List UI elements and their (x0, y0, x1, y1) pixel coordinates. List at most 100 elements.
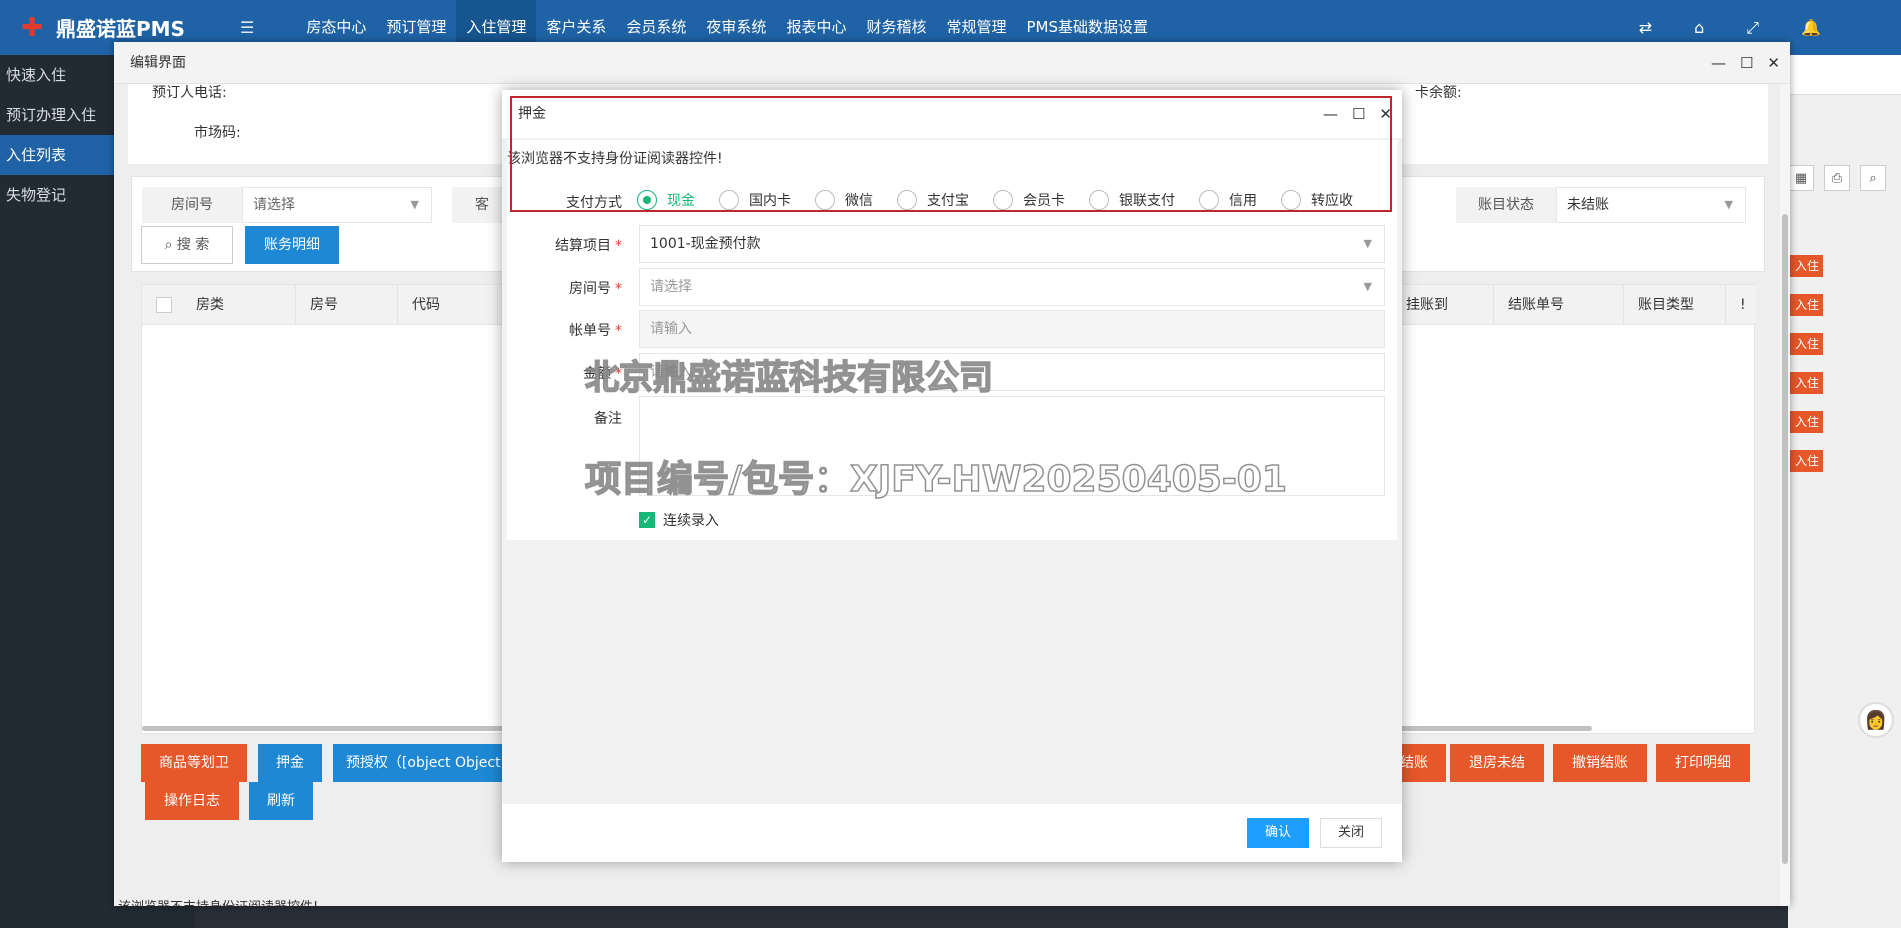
payment-method-group: 现金 国内卡 微信 支付宝 会员卡 银联支付 信用 转应收 (637, 182, 1377, 218)
unsettled-checkout-button[interactable]: 退房未结 (1450, 744, 1544, 782)
required-mark: * (615, 281, 622, 297)
bill-no-placeholder: 请输入 (650, 321, 692, 337)
checkin-button[interactable]: 入住 (1788, 294, 1823, 316)
payment-option-unionpay[interactable]: 银联支付 (1089, 190, 1175, 210)
minimize-icon[interactable]: — (1323, 90, 1338, 138)
home-icon[interactable]: ⌂ (1694, 18, 1704, 37)
column-header-bill-no[interactable]: 结账单号 (1494, 285, 1624, 325)
payment-option-domestic-card[interactable]: 国内卡 (719, 190, 791, 210)
reader-message: 该浏览器不支持身份证阅读器控件! (507, 151, 723, 167)
select-all-checkbox[interactable] (156, 297, 172, 313)
required-mark: * (615, 323, 622, 339)
switch-icon[interactable]: ⇄ (1639, 18, 1652, 37)
print-icon[interactable]: ⎙ (1824, 165, 1850, 191)
chevron-down-icon: ▼ (1363, 237, 1372, 250)
room-select[interactable]: 请选择 ▼ (639, 268, 1385, 306)
reader-status-text: 该浏览器不支持身份证阅读器控件! (118, 896, 318, 906)
edit-window-titlebar: 编辑界面 — ☐ ✕ (114, 42, 1790, 84)
chevron-down-icon: ▼ (1724, 198, 1733, 211)
confirm-button[interactable]: 确认 (1247, 818, 1309, 848)
close-icon[interactable]: ✕ (1767, 42, 1780, 84)
deposit-button[interactable]: 押金 (258, 744, 322, 782)
payment-option-alipay[interactable]: 支付宝 (897, 190, 969, 210)
search-button[interactable]: ⌕ 搜 索 (141, 226, 233, 264)
column-header-charge-to[interactable]: 挂账到 (1392, 285, 1494, 325)
payment-option-cash[interactable]: 现金 (637, 190, 695, 210)
market-code-label: 市场码: (194, 125, 241, 141)
account-details-button[interactable]: 账务明细 (245, 226, 339, 264)
amount-label: 金额 * (583, 366, 622, 382)
payment-option-wechat[interactable]: 微信 (815, 190, 873, 210)
chevron-down-icon: ▼ (1363, 280, 1372, 293)
assistant-avatar[interactable]: 👩 (1858, 702, 1894, 738)
bell-icon[interactable]: 🔔 (1801, 18, 1821, 37)
column-header-room-type[interactable]: 房类 (182, 285, 296, 325)
radio-icon (897, 190, 917, 210)
column-header-room-no[interactable]: 房号 (296, 285, 398, 325)
column-header-more[interactable]: ! (1726, 285, 1756, 325)
checkin-button[interactable]: 入住 (1788, 372, 1823, 394)
amount-input[interactable]: 请输入 (639, 353, 1385, 391)
continuous-entry-label: 连续录入 (663, 513, 719, 529)
payment-option-member-card[interactable]: 会员卡 (993, 190, 1065, 210)
column-header-code[interactable]: 代码 (398, 285, 498, 325)
payment-option-receivable[interactable]: 转应收 (1281, 190, 1353, 210)
checkin-button[interactable]: 入住 (1788, 411, 1823, 433)
deposit-form: 该浏览器不支持身份证阅读器控件! 支付方式 现金 国内卡 微信 支付宝 会员卡 … (507, 140, 1397, 540)
minimize-icon[interactable]: — (1711, 42, 1726, 84)
menu-toggle-icon[interactable]: ☰ (240, 18, 254, 37)
deposit-dialog-title: 押金 (518, 106, 546, 122)
settle-item-label: 结算项目 * (555, 238, 622, 254)
search-icon[interactable]: ⌕ (1860, 165, 1886, 191)
room-select-value: 请选择 (650, 279, 692, 295)
print-details-button[interactable]: 打印明细 (1656, 744, 1750, 782)
required-mark: * (615, 238, 622, 254)
fullscreen-icon[interactable]: ⤢ (1746, 18, 1759, 38)
column-header-account-type[interactable]: 账目类型 (1624, 285, 1726, 325)
radio-icon (1199, 190, 1219, 210)
app-logo: ✚ (21, 12, 43, 43)
deposit-dialog-titlebar: 押金 — ☐ ✕ (502, 90, 1402, 138)
bill-no-label: 帐单号 * (569, 323, 622, 339)
booker-phone-label: 预订人电话: (152, 85, 227, 101)
edit-window-title: 编辑界面 (130, 55, 186, 71)
payment-option-credit[interactable]: 信用 (1199, 190, 1257, 210)
card-balance-label: 卡余额: (1415, 85, 1462, 101)
maximize-icon[interactable]: ☐ (1352, 90, 1365, 138)
bill-no-input[interactable]: 请输入 (639, 310, 1385, 348)
remark-textarea[interactable] (639, 396, 1385, 496)
payment-method-label: 支付方式 (566, 195, 622, 211)
filter-icon[interactable]: ▦ (1788, 165, 1814, 191)
search-button-label: 搜 索 (176, 237, 210, 253)
deposit-dialog: 押金 — ☐ ✕ 该浏览器不支持身份证阅读器控件! 支付方式 现金 国内卡 微信… (502, 90, 1402, 862)
close-icon[interactable]: ✕ (1379, 90, 1392, 138)
room-filter-label: 房间号 (142, 187, 242, 223)
checkin-button[interactable]: 入住 (1788, 255, 1823, 277)
room-filter-select[interactable]: 请选择 ▼ (242, 187, 432, 223)
room-filter-value: 请选择 (253, 197, 295, 213)
deposit-dialog-footer: 确认 关闭 (502, 804, 1402, 862)
checkin-button[interactable]: 入住 (1788, 333, 1823, 355)
room-label: 房间号 * (569, 281, 622, 297)
edit-window-scrollbar[interactable] (1780, 84, 1790, 906)
cancel-checkout-button[interactable]: 撤销结账 (1553, 744, 1647, 782)
required-mark: * (615, 366, 622, 382)
tab-bar (1788, 55, 1901, 95)
maximize-icon[interactable]: ☐ (1740, 42, 1753, 84)
radio-icon (1281, 190, 1301, 210)
radio-selected-icon (637, 190, 657, 210)
operation-log-button[interactable]: 操作日志 (145, 782, 239, 820)
continuous-entry-checkbox[interactable]: ✓ 连续录入 (639, 510, 719, 530)
settle-item-select[interactable]: 1001-现金预付款 ▼ (639, 225, 1385, 263)
checkin-button[interactable]: 入住 (1788, 450, 1823, 472)
close-button[interactable]: 关闭 (1320, 818, 1382, 848)
chevron-down-icon: ▼ (410, 198, 419, 211)
radio-icon (1089, 190, 1109, 210)
radio-icon (719, 190, 739, 210)
scrollbar-thumb[interactable] (1782, 214, 1788, 864)
refresh-button[interactable]: 刷新 (249, 782, 313, 820)
remark-label: 备注 (594, 411, 622, 427)
app-name: 鼎盛诺蓝PMS (56, 17, 185, 41)
account-status-select[interactable]: 未结账 ▼ (1556, 187, 1746, 223)
goods-button[interactable]: 商品等划卫 (141, 744, 247, 782)
